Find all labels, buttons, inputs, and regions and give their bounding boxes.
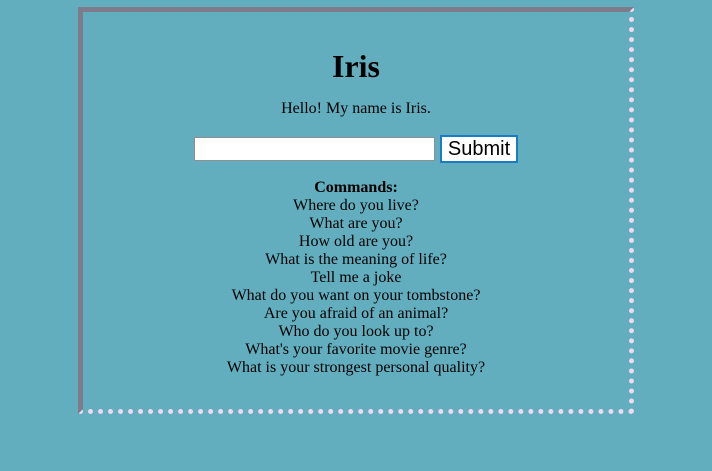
command-item: Where do you live? [293,197,419,214]
command-item: What's your favorite movie genre? [245,341,467,358]
commands-heading: Commands: [314,179,398,196]
chat-form: Submit [83,135,629,163]
page-title: Iris [332,48,380,84]
command-item: What is the meaning of life? [265,251,447,268]
submit-button[interactable]: Submit [439,135,519,163]
command-item: Are you afraid of an animal? [263,305,449,322]
command-item: Tell me a joke [310,269,402,286]
message-input[interactable] [193,137,435,161]
greeting-text: Hello! My name is Iris. [281,100,431,117]
command-item: How old are you? [298,233,414,250]
chatbot-panel: Iris Hello! My name is Iris. Submit Comm… [78,7,634,414]
command-item: Who do you look up to? [278,323,434,340]
command-list: Where do you live? What are you? How old… [83,197,629,377]
command-item: What are you? [309,215,403,232]
commands-section: Commands: Where do you live? What are yo… [83,179,629,377]
command-item: What do you want on your tombstone? [231,287,481,304]
command-item: What is your strongest personal quality? [226,359,486,376]
